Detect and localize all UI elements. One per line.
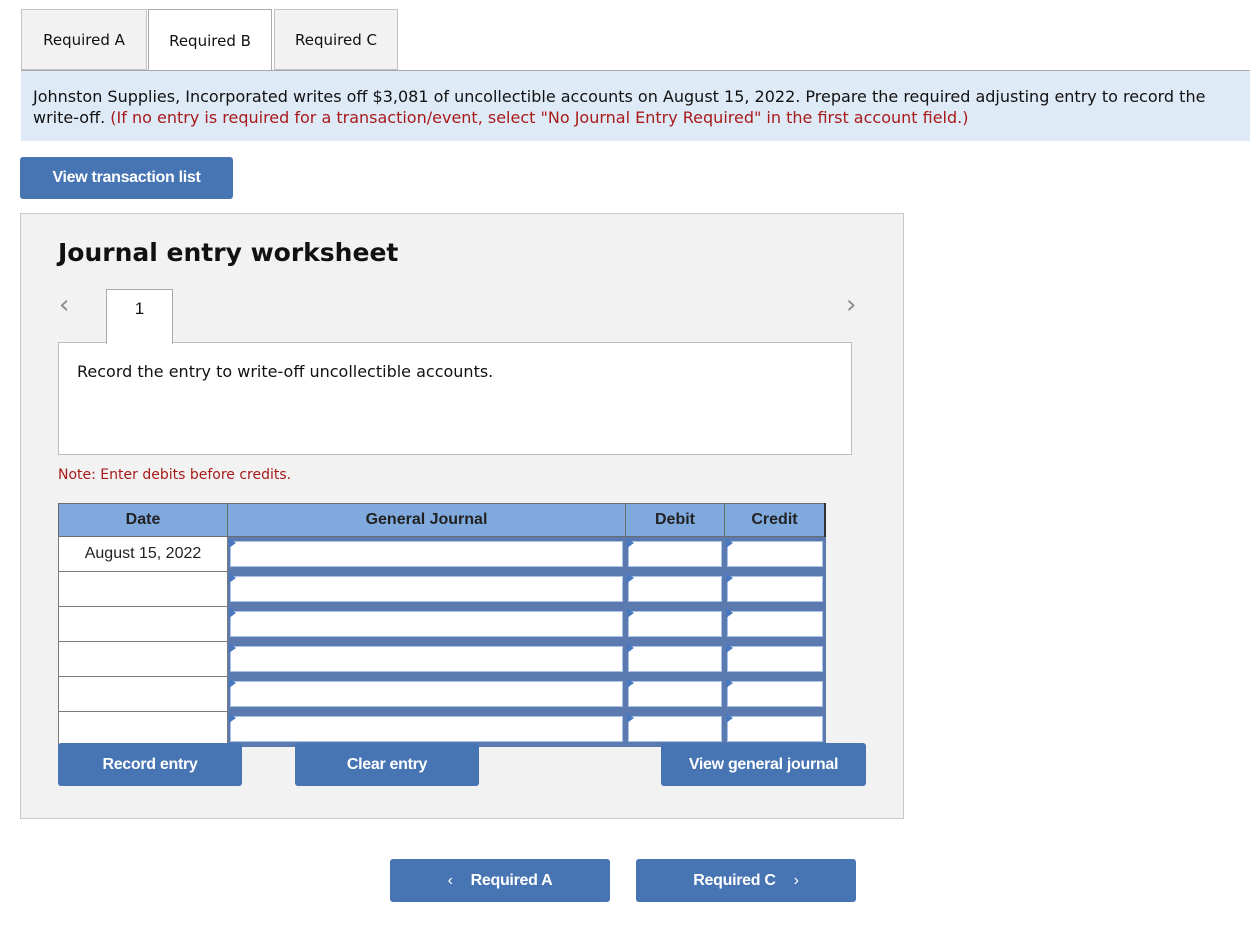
- header-debit: Debit: [625, 503, 725, 537]
- note-text: Note: Enter debits before credits.: [58, 467, 292, 483]
- dropdown-flag-icon: [627, 713, 634, 723]
- header-general-journal: General Journal: [227, 503, 626, 537]
- prev-required-button[interactable]: ‹ Required A: [390, 859, 610, 902]
- dropdown-flag-icon: [229, 678, 236, 688]
- table-header-row: Date General Journal Debit Credit: [58, 503, 826, 537]
- debit-field-cell: [625, 606, 725, 642]
- dropdown-flag-icon: [229, 608, 236, 618]
- date-cell: [58, 641, 228, 677]
- dropdown-flag-icon: [627, 643, 634, 653]
- debit-field[interactable]: [628, 611, 722, 637]
- credit-field-cell: [724, 676, 826, 712]
- dropdown-flag-icon: [627, 538, 634, 548]
- debit-field[interactable]: [628, 646, 722, 672]
- entry-description-text: Record the entry to write-off uncollecti…: [77, 362, 494, 381]
- debit-field[interactable]: [628, 716, 722, 742]
- table-row: [58, 711, 826, 747]
- account-field[interactable]: [230, 681, 623, 707]
- table-row: [58, 606, 826, 642]
- dropdown-flag-icon: [229, 573, 236, 583]
- debit-field-cell: [625, 571, 725, 607]
- debit-field-cell: [625, 641, 725, 677]
- header-credit: Credit: [724, 503, 826, 537]
- date-cell: [58, 711, 228, 747]
- view-transaction-list-button[interactable]: View transaction list: [20, 157, 233, 199]
- credit-field-cell: [724, 606, 826, 642]
- debit-field-cell: [625, 536, 725, 572]
- account-field-cell: [227, 606, 626, 642]
- debit-field-cell: [625, 676, 725, 712]
- credit-field[interactable]: [727, 576, 823, 602]
- table-row: [58, 571, 826, 607]
- credit-field[interactable]: [727, 681, 823, 707]
- debit-field[interactable]: [628, 541, 722, 567]
- dropdown-flag-icon: [627, 678, 634, 688]
- chevron-left-icon: ‹: [447, 871, 453, 889]
- credit-field[interactable]: [727, 541, 823, 567]
- entry-tab-1[interactable]: 1: [106, 289, 173, 344]
- dropdown-flag-icon: [627, 608, 634, 618]
- tab-required-c[interactable]: Required C: [274, 9, 398, 70]
- account-field[interactable]: [230, 576, 623, 602]
- debit-field-cell: [625, 711, 725, 747]
- journal-table: Date General Journal Debit Credit August…: [58, 503, 826, 747]
- question-instruction: (If no entry is required for a transacti…: [110, 108, 969, 127]
- journal-entry-worksheet: Journal entry worksheet ‹ 1 › Record the…: [20, 213, 904, 819]
- worksheet-title: Journal entry worksheet: [58, 238, 399, 267]
- account-field-cell: [227, 536, 626, 572]
- account-field[interactable]: [230, 646, 623, 672]
- dropdown-flag-icon: [726, 643, 733, 653]
- table-row: [58, 676, 826, 712]
- date-cell: August 15, 2022: [58, 536, 228, 572]
- clear-entry-button[interactable]: Clear entry: [295, 743, 479, 786]
- debit-field[interactable]: [628, 681, 722, 707]
- date-cell: [58, 676, 228, 712]
- account-field-cell: [227, 641, 626, 677]
- table-row: August 15, 2022: [58, 536, 826, 572]
- dropdown-flag-icon: [726, 538, 733, 548]
- credit-field[interactable]: [727, 716, 823, 742]
- view-general-journal-button[interactable]: View general journal: [661, 743, 866, 786]
- account-field-cell: [227, 676, 626, 712]
- header-date: Date: [58, 503, 228, 537]
- account-field[interactable]: [230, 611, 623, 637]
- dropdown-flag-icon: [229, 713, 236, 723]
- question-panel: Johnston Supplies, Incorporated writes o…: [21, 71, 1250, 141]
- dropdown-flag-icon: [229, 643, 236, 653]
- date-cell: [58, 571, 228, 607]
- credit-field[interactable]: [727, 611, 823, 637]
- tab-required-b[interactable]: Required B: [148, 9, 272, 72]
- debit-field[interactable]: [628, 576, 722, 602]
- record-entry-button[interactable]: Record entry: [58, 743, 242, 786]
- entry-description: Record the entry to write-off uncollecti…: [58, 342, 852, 455]
- chevron-right-icon: ›: [793, 871, 799, 889]
- date-cell: [58, 606, 228, 642]
- account-field[interactable]: [230, 541, 623, 567]
- chevron-right-icon[interactable]: ›: [846, 290, 856, 320]
- next-required-label: Required C: [693, 871, 776, 889]
- tab-required-a[interactable]: Required A: [21, 9, 147, 70]
- credit-field-cell: [724, 571, 826, 607]
- credit-field[interactable]: [727, 646, 823, 672]
- dropdown-flag-icon: [627, 573, 634, 583]
- credit-field-cell: [724, 536, 826, 572]
- credit-field-cell: [724, 711, 826, 747]
- dropdown-flag-icon: [726, 608, 733, 618]
- dropdown-flag-icon: [726, 713, 733, 723]
- account-field-cell: [227, 571, 626, 607]
- account-field[interactable]: [230, 716, 623, 742]
- account-field-cell: [227, 711, 626, 747]
- next-required-button[interactable]: Required C ›: [636, 859, 856, 902]
- dropdown-flag-icon: [229, 538, 236, 548]
- dropdown-flag-icon: [726, 573, 733, 583]
- dropdown-flag-icon: [726, 678, 733, 688]
- credit-field-cell: [724, 641, 826, 677]
- prev-required-label: Required A: [470, 871, 553, 889]
- table-row: [58, 641, 826, 677]
- chevron-left-icon[interactable]: ‹: [59, 290, 69, 320]
